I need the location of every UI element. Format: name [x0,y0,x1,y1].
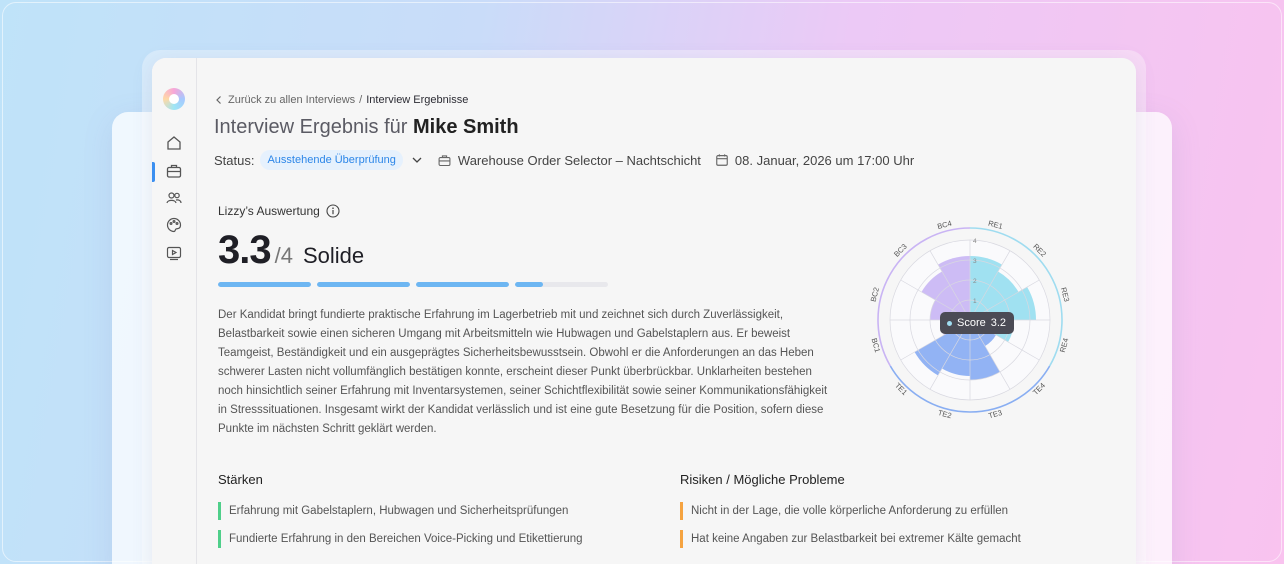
radar-axis-label-te4: TE4 [1031,381,1047,397]
radar-ring-label: 4 [973,238,977,245]
app-window: Zurück zu allen Interviews / Interview E… [152,58,1136,564]
main-content: Zurück zu allen Interviews / Interview E… [214,58,1136,564]
chevron-down-icon [412,157,422,163]
score-value: 3.3 [218,228,272,272]
risks-list: Nicht in der Lage, die volle körperliche… [680,502,1021,548]
radar-axis-label-re2: RE2 [1031,242,1048,259]
position-title: Warehouse Order Selector – Nachtschicht [457,152,701,168]
radar-axis-label-bc2: BC2 [869,286,881,302]
score-progress-segment [416,282,509,287]
radar-axis-label-re3: RE3 [1059,286,1071,302]
strength-item: Fundierte Erfahrung in den Bereichen Voi… [218,530,583,548]
score-progress-fill [416,282,509,287]
title-prefix: Interview Ergebnis für [214,116,408,138]
status-badge[interactable]: Ausstehende Überprüfung [260,150,403,170]
app-logo[interactable] [163,88,185,110]
score-progress-segment [317,282,410,287]
strengths-list: Erfahrung mit Gabelstaplern, Hubwagen un… [218,502,583,548]
risks-title: Risiken / Mögliche Probleme [680,472,845,487]
nav-active-indicator [152,162,155,182]
evaluation-label: Lizzy’s Auswertung [218,204,320,218]
score-progress-fill [218,282,311,287]
interview-datetime: 08. Januar, 2026 um 17:00 Uhr [734,152,915,168]
radar-ring-label: 2 [973,278,977,285]
breadcrumb-separator: / [359,94,363,106]
score-max: /4 [274,243,293,268]
score-display: 3.3 /4 Solide [218,228,364,273]
strengths-title: Stärken [218,472,263,487]
risk-item: Hat keine Angaben zur Belastbarkeit bei … [680,530,1021,548]
evaluation-summary: Der Kandidat bringt fundierte praktische… [218,309,828,435]
chevron-left-icon[interactable] [214,95,224,105]
position-info: Warehouse Order Selector – Nachtschicht [437,153,701,168]
tooltip-label: Score [957,317,986,329]
radar-ring-label: 3 [973,258,977,265]
breadcrumb: Zurück zu allen Interviews / Interview E… [214,94,468,106]
video-icon[interactable] [165,244,183,262]
radar-axis-label-bc4: BC4 [936,219,952,231]
breadcrumb-current: Interview Ergebnisse [366,94,469,106]
users-icon[interactable] [165,189,183,207]
briefcase-icon [438,154,451,166]
page-title: Interview Ergebnis für Mike Smith [214,116,519,139]
evaluation-header: Lizzy’s Auswertung [218,204,340,218]
radar-ring-label: 1 [973,298,977,305]
radar-tooltip: Score 3.2 [940,312,1015,334]
score-progress-fill [317,282,410,287]
score-progress-segment [218,282,311,287]
info-icon[interactable] [326,204,340,218]
rating-word: Solide [302,243,365,268]
calendar-icon [716,154,728,166]
status-label: Status: [214,152,255,168]
home-icon[interactable] [165,134,183,152]
score-progress-segment [515,282,608,287]
date-info: 08. Januar, 2026 um 17:00 Uhr [715,153,914,168]
radar-axis-label-bc3: BC3 [892,242,909,259]
back-link[interactable]: Zurück zu allen Interviews [228,94,355,106]
interview-meta: Status: Ausstehende Überprüfung Warehous… [214,150,914,170]
palette-icon[interactable] [165,216,183,234]
sidebar [152,58,197,564]
tooltip-value: 3.2 [990,317,1007,329]
risk-item: Nicht in der Lage, die volle körperliche… [680,502,1021,520]
candidate-name: Mike Smith [412,116,519,138]
status-dropdown[interactable] [411,154,423,166]
briefcase-icon[interactable] [165,162,183,180]
score-progress-fill [515,282,543,287]
radar-axis-label-re1: RE1 [987,219,1003,231]
score-progress [218,282,608,287]
strength-item: Erfahrung mit Gabelstaplern, Hubwagen un… [218,502,583,520]
tooltip-marker [947,320,952,326]
radar-axis-label-te1: TE1 [893,381,909,397]
